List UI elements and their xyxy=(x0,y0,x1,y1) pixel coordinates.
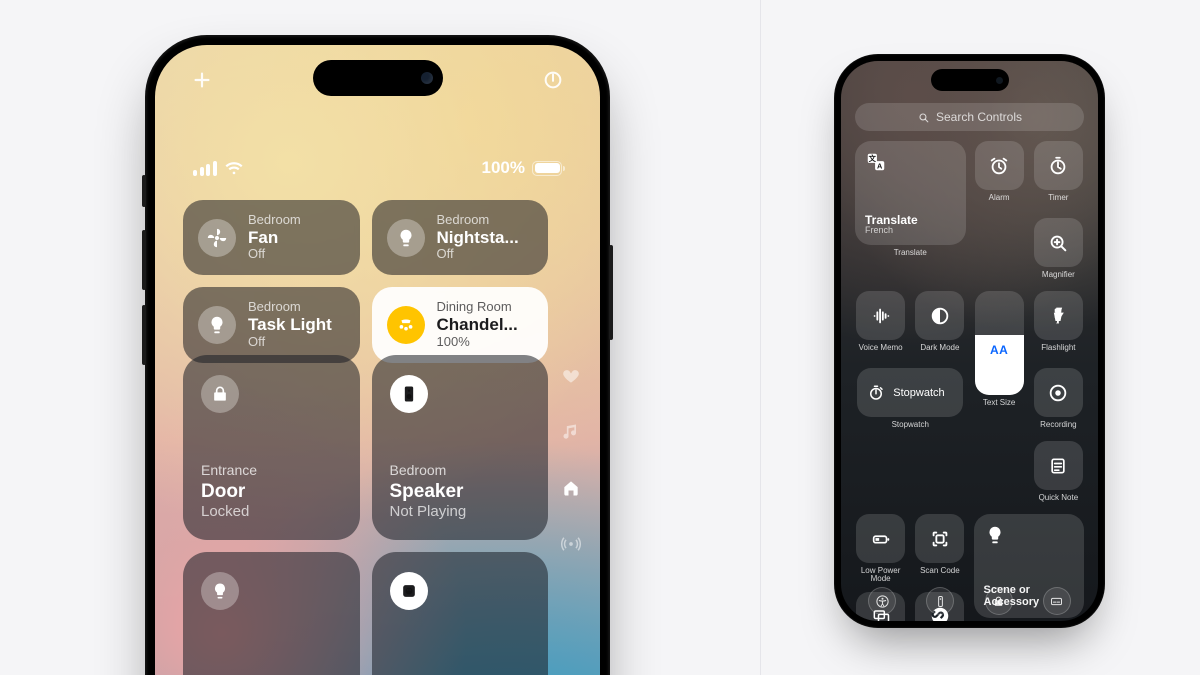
tile-name: Task Light xyxy=(248,315,332,335)
voice-memo-icon xyxy=(870,305,892,327)
dock-remote[interactable] xyxy=(926,587,954,615)
bulb-icon xyxy=(984,524,1006,546)
tile-state: Off xyxy=(437,247,519,262)
home-icon xyxy=(561,478,581,498)
accessory-card[interactable] xyxy=(183,552,360,675)
music-icon xyxy=(561,422,581,442)
text-size-slider[interactable]: AA xyxy=(975,291,1024,395)
recording-icon xyxy=(1047,382,1069,404)
card-state: Not Playing xyxy=(390,503,531,522)
stopwatch-icon xyxy=(867,384,885,402)
card-room: Entrance xyxy=(201,462,342,480)
accessory-tile[interactable]: Bedroom Fan Off xyxy=(183,200,360,275)
tile-room: Bedroom xyxy=(248,300,332,315)
phone-control-gallery: Search Controls Translate French Transla… xyxy=(834,54,1105,628)
timer-icon xyxy=(1047,155,1069,177)
chandelier-icon xyxy=(387,306,425,344)
dock-lock[interactable] xyxy=(985,587,1013,615)
accessory-card[interactable] xyxy=(372,552,549,675)
bulb-icon xyxy=(198,306,236,344)
low-power-icon xyxy=(870,528,892,550)
dock-accessibility[interactable] xyxy=(868,587,896,615)
card-name: Door xyxy=(201,480,342,504)
tile-state: Off xyxy=(248,335,332,350)
translate-caption: Translate xyxy=(894,249,927,265)
accessory-card[interactable]: Bedroom Speaker Not Playing xyxy=(372,355,549,540)
dark-mode-button[interactable] xyxy=(915,291,964,340)
battery-icon xyxy=(532,161,562,176)
voice-memo-button[interactable] xyxy=(856,291,905,340)
dock-captions[interactable] xyxy=(1043,587,1071,615)
cellular-signal-icon xyxy=(193,161,217,176)
magnifier-button[interactable] xyxy=(1034,218,1083,267)
recording-button[interactable] xyxy=(1034,368,1083,417)
page-indicator-sensor[interactable] xyxy=(560,533,582,555)
tile-room: Bedroom xyxy=(248,213,301,228)
flashlight-icon xyxy=(1048,306,1068,326)
accessory-tile[interactable]: Bedroom Task Light Off xyxy=(183,287,360,362)
wifi-icon xyxy=(224,158,244,178)
alarm-button[interactable] xyxy=(975,141,1024,190)
add-control-button[interactable] xyxy=(189,67,215,93)
search-icon xyxy=(917,111,930,124)
translate-icon xyxy=(865,151,887,173)
page-indicator-heart[interactable] xyxy=(560,365,582,387)
search-controls-field[interactable]: Search Controls xyxy=(855,103,1084,131)
speaker-icon xyxy=(390,375,428,413)
tile-name: Chandel... xyxy=(437,315,518,335)
low-power-button[interactable] xyxy=(856,514,905,563)
quick-note-button[interactable] xyxy=(1034,441,1083,490)
outlet-icon xyxy=(390,572,428,610)
text-size-marker: AA xyxy=(990,343,1008,357)
sensor-icon xyxy=(561,534,581,554)
magnifier-icon xyxy=(1047,232,1069,254)
phone-home-controls: 100% Bedroom Fan Off Bedroom Nightsta...… xyxy=(145,35,610,675)
search-placeholder: Search Controls xyxy=(936,110,1022,124)
tile-room: Dining Room xyxy=(437,300,518,315)
quick-note-icon xyxy=(1048,456,1068,476)
vertical-divider xyxy=(760,0,761,675)
dark-mode-icon xyxy=(929,305,951,327)
status-bar: 100% xyxy=(155,158,600,178)
tile-room: Bedroom xyxy=(437,213,519,228)
lock-icon xyxy=(201,375,239,413)
accessory-card[interactable]: Entrance Door Locked xyxy=(183,355,360,540)
translate-subtitle: French xyxy=(865,225,956,235)
battery-percent: 100% xyxy=(482,158,525,178)
stopwatch-tile[interactable]: Stopwatch xyxy=(857,368,963,417)
card-state: Locked xyxy=(201,503,342,522)
alarm-icon xyxy=(988,155,1010,177)
tile-name: Nightsta... xyxy=(437,228,519,248)
page-dock xyxy=(853,587,1086,615)
tile-state: 100% xyxy=(437,335,518,350)
translate-tile[interactable]: Translate French xyxy=(855,141,966,245)
fan-icon xyxy=(198,219,236,257)
heart-icon xyxy=(561,366,581,386)
tile-name: Fan xyxy=(248,228,301,248)
card-name: Speaker xyxy=(390,480,531,504)
page-indicator-home[interactable] xyxy=(560,477,582,499)
bulb-icon xyxy=(387,219,425,257)
accessory-tile[interactable]: Dining Room Chandel... 100% xyxy=(372,287,549,362)
timer-button[interactable] xyxy=(1034,141,1083,190)
tile-state: Off xyxy=(248,247,301,262)
power-button[interactable] xyxy=(540,67,566,93)
accessory-tile[interactable]: Bedroom Nightsta... Off xyxy=(372,200,549,275)
scan-code-button[interactable] xyxy=(915,514,964,563)
card-room: Bedroom xyxy=(390,462,531,480)
scan-code-icon xyxy=(929,528,951,550)
flashlight-button[interactable] xyxy=(1034,291,1083,340)
bulb-icon xyxy=(201,572,239,610)
page-indicator-music[interactable] xyxy=(560,421,582,443)
